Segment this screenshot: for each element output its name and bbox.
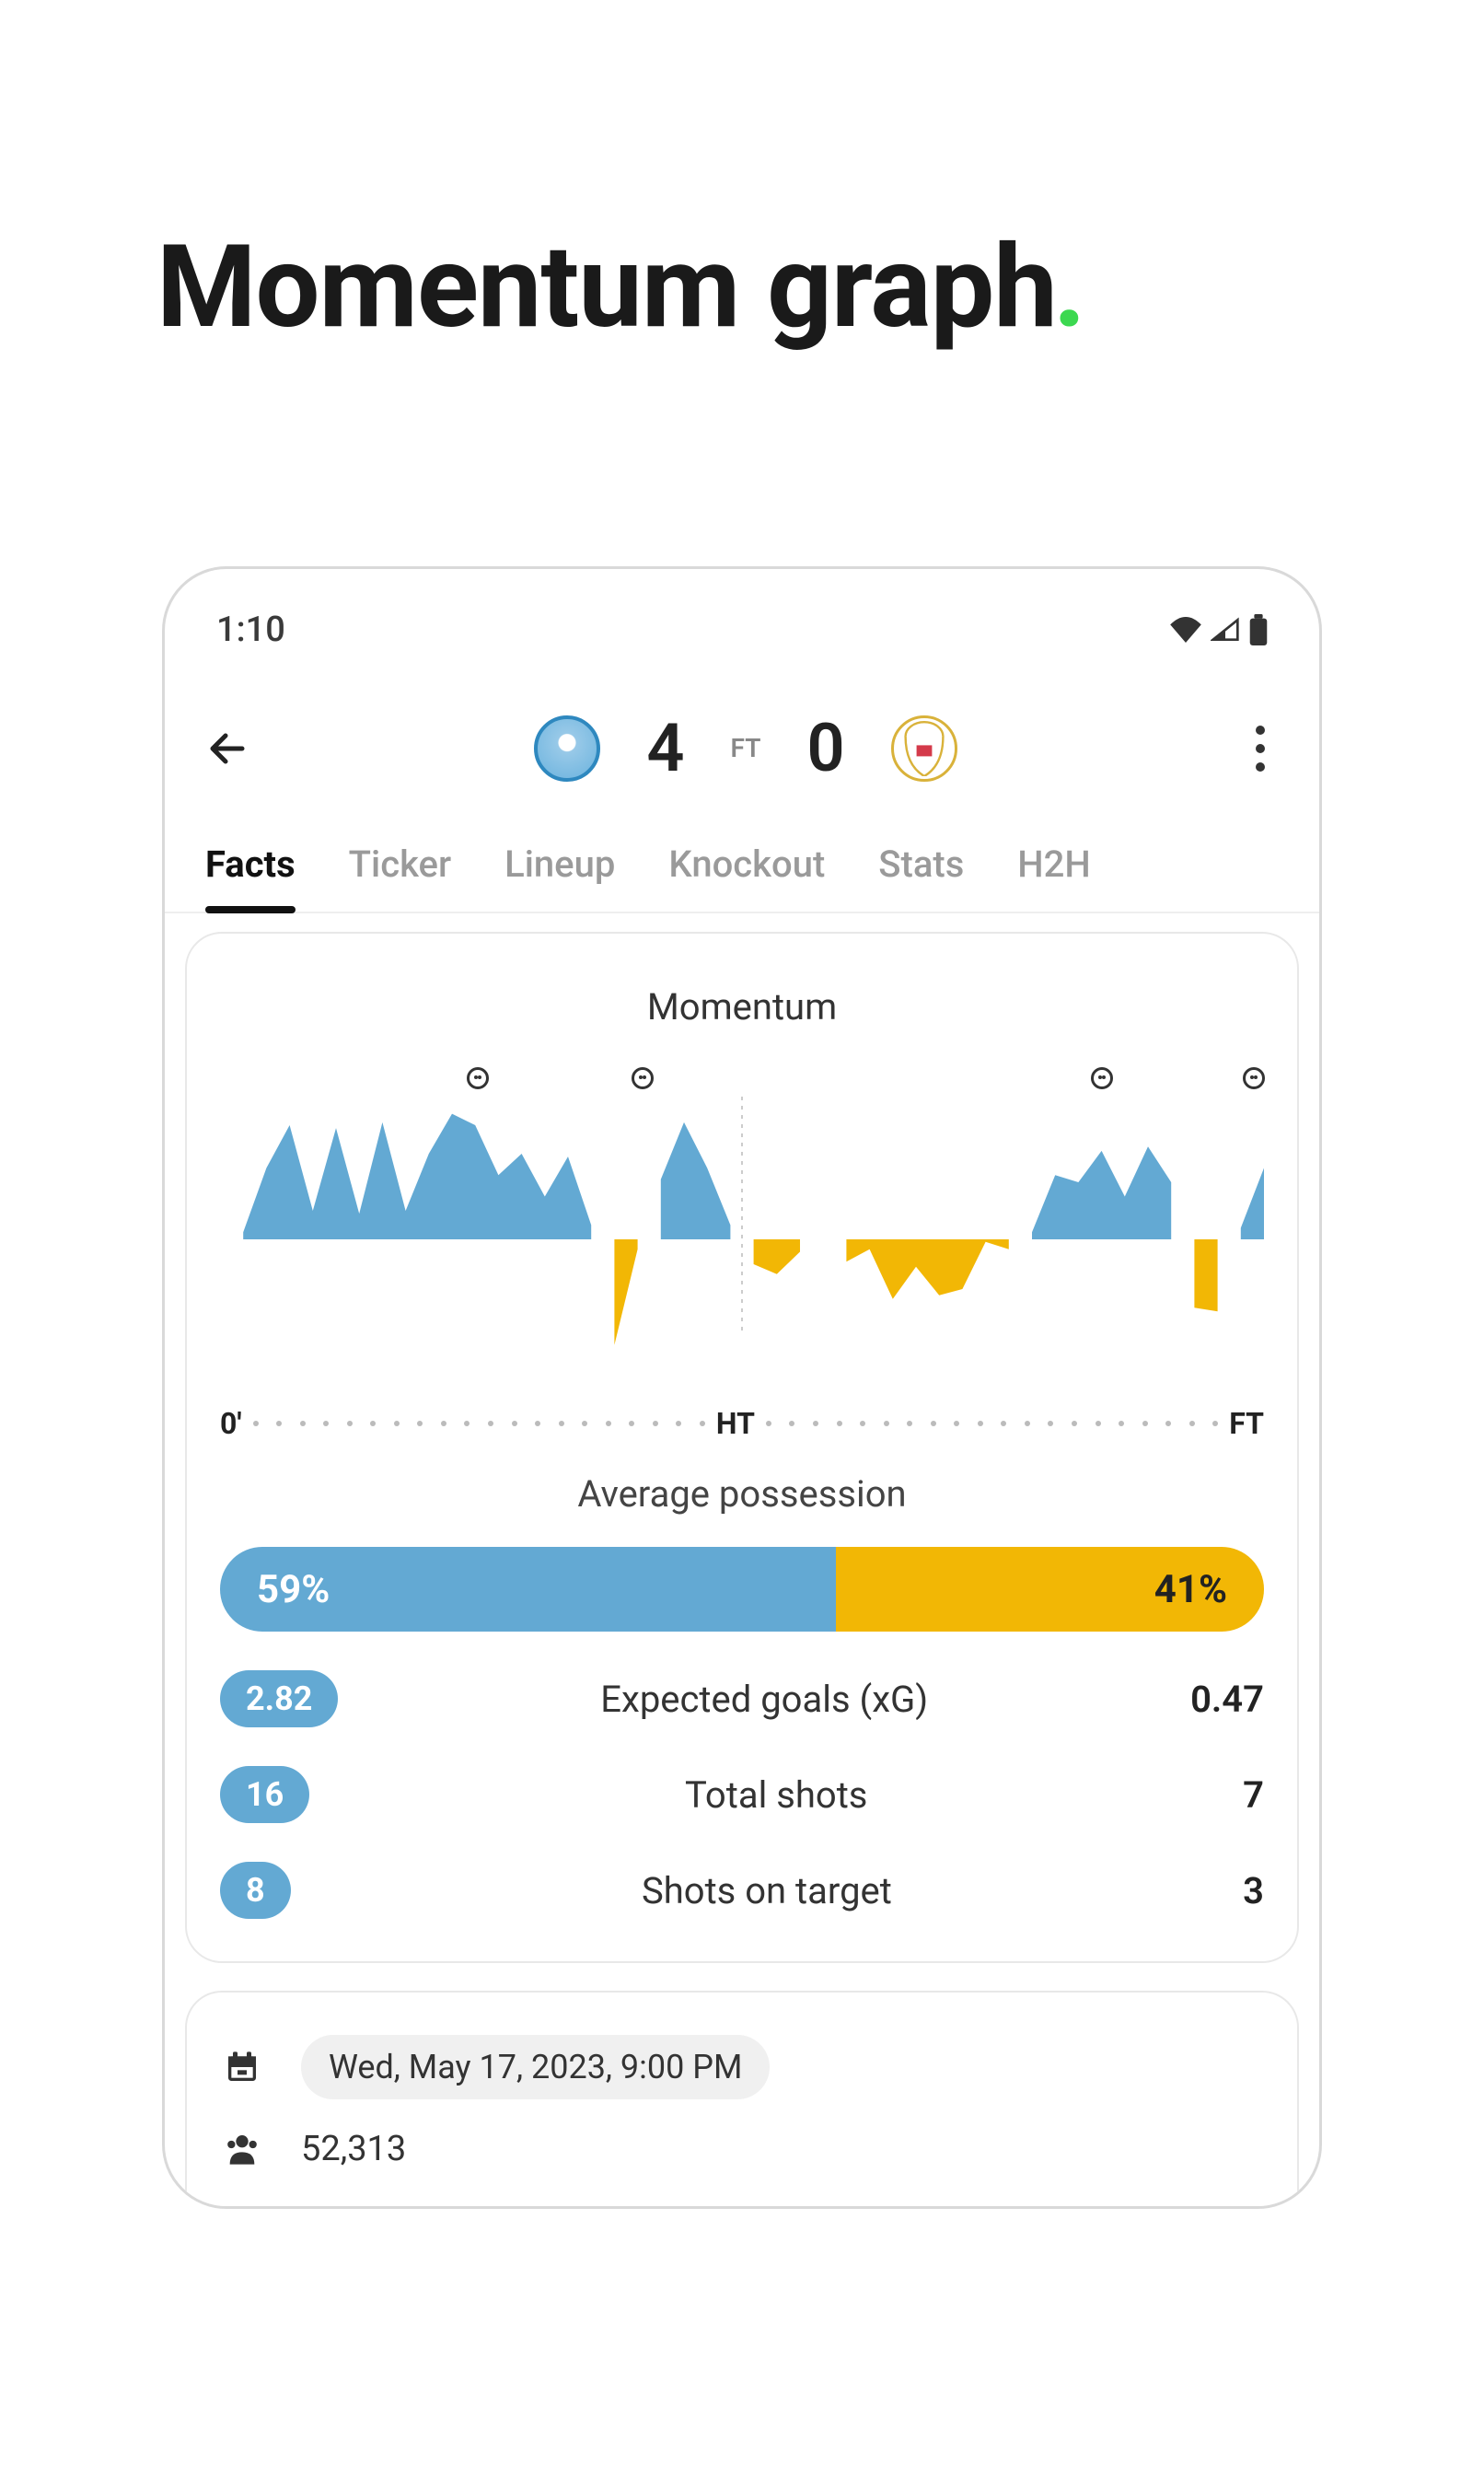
tabs: Facts Ticker Lineup Knockout Stats H2H <box>165 819 1319 913</box>
page-title-row: Momentum graph . <box>157 221 1327 354</box>
stat-home-value: 2.82 <box>220 1670 338 1727</box>
page-title: Momentum graph <box>157 221 1057 354</box>
xaxis-start: 0' <box>220 1406 242 1441</box>
stat-label: Shots on target <box>642 1869 892 1912</box>
possession-home: 59% <box>220 1547 836 1632</box>
wifi-icon <box>1170 617 1201 643</box>
calendar-icon <box>224 2049 261 2086</box>
goal-marker-icon <box>467 1067 489 1089</box>
match-header: 4 FT 0 <box>165 668 1319 819</box>
stat-label: Total shots <box>685 1773 867 1817</box>
match-info-card: Wed, May 17, 2023, 9:00 PM 52,313 <box>185 1991 1299 2206</box>
tab-ticker[interactable]: Ticker <box>349 842 451 912</box>
cellular-icon <box>1211 617 1240 643</box>
status-time: 1:10 <box>216 610 285 650</box>
stat-row: 16 Total shots 7 <box>220 1766 1264 1823</box>
overflow-menu-icon[interactable] <box>1242 726 1279 772</box>
stat-home-value: 16 <box>220 1766 309 1823</box>
stat-away-value: 3 <box>1243 1869 1264 1912</box>
goal-marker-icon <box>1091 1067 1113 1089</box>
possession-title: Average possession <box>220 1472 1264 1516</box>
tab-lineup[interactable]: Lineup <box>504 842 615 912</box>
away-team-badge[interactable] <box>891 715 957 782</box>
back-arrow-icon[interactable] <box>205 726 249 771</box>
title-accent-dot: . <box>1053 221 1086 354</box>
goal-marker-icon <box>632 1067 654 1089</box>
stat-away-value: 7 <box>1243 1773 1264 1817</box>
momentum-svg <box>220 1060 1264 1373</box>
battery-icon <box>1249 614 1268 645</box>
possession-away: 41% <box>836 1547 1264 1632</box>
momentum-card: Momentum 0' HT FT Average possession 59%… <box>185 932 1299 1963</box>
away-score: 0 <box>806 709 844 787</box>
possession-bar: 59% 41% <box>220 1547 1264 1632</box>
home-score: 4 <box>646 709 684 787</box>
stat-away-value: 0.47 <box>1190 1678 1264 1721</box>
xaxis-mid: HT <box>716 1406 755 1441</box>
match-state: FT <box>731 733 761 763</box>
tab-h2h[interactable]: H2H <box>1017 842 1091 912</box>
attendance-value: 52,313 <box>301 2129 406 2169</box>
momentum-chart <box>220 1060 1264 1373</box>
status-bar: 1:10 <box>165 569 1319 668</box>
stat-row: 2.82 Expected goals (xG) 0.47 <box>220 1670 1264 1727</box>
tab-facts[interactable]: Facts <box>205 842 296 912</box>
home-team-badge[interactable] <box>534 715 600 782</box>
xaxis-end: FT <box>1229 1406 1264 1441</box>
stat-label: Expected goals (xG) <box>600 1678 928 1721</box>
status-icons <box>1170 614 1268 645</box>
attendance-icon <box>224 2131 261 2167</box>
stat-row: 8 Shots on target 3 <box>220 1862 1264 1919</box>
attendance-row: 52,313 <box>224 2129 1260 2169</box>
phone-frame: 1:10 4 FT 0 Facts Ticker Lineup Knockout Sta… <box>162 566 1322 2209</box>
tab-stats[interactable]: Stats <box>878 842 964 912</box>
stat-home-value: 8 <box>220 1862 291 1919</box>
datetime-row: Wed, May 17, 2023, 9:00 PM <box>224 2035 1260 2099</box>
momentum-title: Momentum <box>220 985 1264 1028</box>
momentum-xaxis: 0' HT FT <box>220 1406 1264 1441</box>
tab-knockout[interactable]: Knockout <box>668 842 825 912</box>
goal-marker-icon <box>1243 1067 1265 1089</box>
datetime-chip[interactable]: Wed, May 17, 2023, 9:00 PM <box>301 2035 770 2099</box>
